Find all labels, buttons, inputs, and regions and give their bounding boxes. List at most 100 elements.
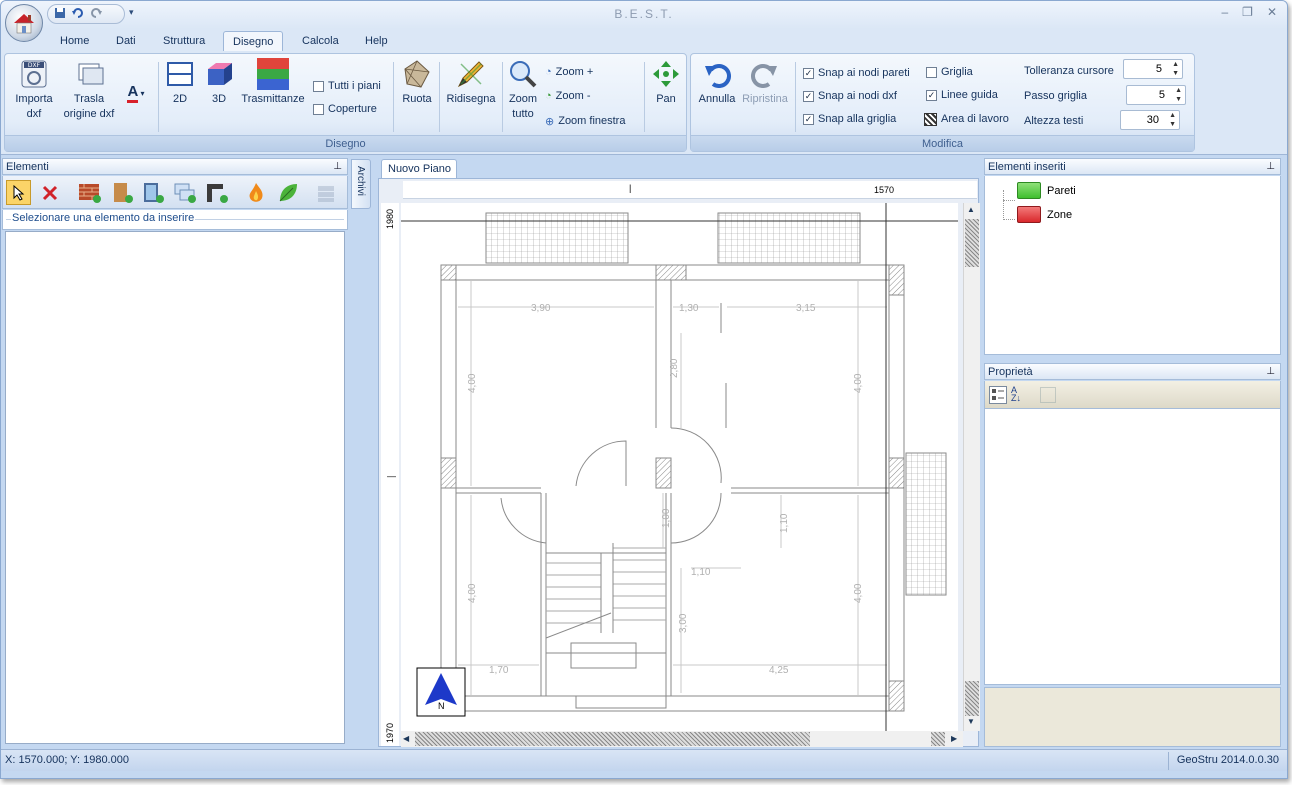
altezza-testi-label: Altezza testi — [1024, 115, 1084, 127]
group-modifica: Annulla Ripristina ✓ Snap ai nodi pareti … — [690, 53, 1195, 152]
importa-dxf-button[interactable]: DXF Importa dxf — [10, 58, 58, 122]
archivi-side-tab[interactable]: Archivi — [351, 159, 371, 209]
zoom-minus-button[interactable]: ◔ Zoom - — [545, 87, 591, 105]
trasla-origine-button[interactable]: Trasla origine dxf — [60, 58, 118, 122]
trasmittanze-button[interactable]: Trasmittanze — [239, 58, 307, 107]
area-lavoro-button[interactable]: Area di lavoro — [924, 110, 1009, 128]
spinner-arrows-icon[interactable]: ▲ ▼ — [1169, 111, 1176, 129]
tutti-piani-checkbox[interactable]: Tutti i piani — [313, 77, 381, 95]
view-2d-button[interactable]: 2D — [163, 58, 197, 107]
tolleranza-cursore-spinner[interactable]: 5 ▲ ▼ — [1123, 59, 1183, 79]
griglia-checkbox[interactable]: Griglia — [926, 63, 973, 81]
ruota-button[interactable]: Ruota — [397, 58, 437, 107]
scroll-left-icon[interactable]: ◀ — [403, 734, 409, 743]
door-insert-icon[interactable] — [109, 180, 134, 205]
proprieta-title: Proprietà — [988, 366, 1033, 378]
scroll-thumb[interactable] — [415, 732, 810, 746]
window-insert-icon[interactable] — [140, 180, 165, 205]
annulla-label: Annulla — [698, 93, 736, 105]
document-tab[interactable]: Nuovo Piano — [381, 159, 457, 178]
separator — [158, 62, 159, 132]
view-3d-icon — [203, 58, 235, 90]
delete-icon[interactable] — [37, 180, 62, 205]
tab-struttura[interactable]: Struttura — [159, 31, 209, 51]
pan-button[interactable]: Pan — [648, 58, 684, 107]
zoom-tutto-button[interactable]: Zoom tutto — [505, 58, 541, 122]
snap-nodi-dxf-checkbox[interactable]: ✓ Snap ai nodi dxf — [803, 87, 897, 105]
ripristina-button[interactable]: Ripristina — [739, 58, 791, 107]
layers-icon[interactable] — [313, 180, 338, 205]
sort-alphabetical-icon[interactable]: A Z↓ — [1011, 386, 1029, 404]
separator — [439, 62, 440, 132]
coperture-checkbox[interactable]: Coperture — [313, 100, 377, 118]
elementi-panel-title: Elementi ⊥ — [2, 158, 348, 175]
snap-griglia-checkbox[interactable]: ✓ Snap alla griglia — [803, 110, 896, 128]
importa-label-2: dxf — [26, 108, 42, 120]
passo-griglia-spinner[interactable]: 5 ▲ ▼ — [1126, 85, 1186, 105]
vertical-scrollbar[interactable]: ▲ ▼ — [963, 203, 980, 731]
spinner-arrows-icon[interactable]: ▲ ▼ — [1175, 86, 1182, 104]
group-modifica-label: Modifica — [691, 135, 1194, 151]
linee-guida-checkbox[interactable]: ✓ Linee guida — [926, 86, 998, 104]
categorized-icon[interactable] — [989, 386, 1007, 404]
property-pages-icon[interactable] — [1040, 387, 1056, 403]
tab-dati[interactable]: Dati — [112, 31, 140, 51]
proprieta-grid[interactable] — [984, 409, 1281, 685]
ridisegna-button[interactable]: Ridisegna — [442, 58, 500, 107]
zoom-minus-label: Zoom - — [555, 90, 591, 102]
zone-insert-icon[interactable] — [172, 180, 197, 205]
horizontal-scrollbar[interactable]: ◀ ▶ — [401, 731, 963, 747]
view-3d-button[interactable]: 3D — [201, 58, 237, 107]
zoom-finestra-label: Zoom finestra — [558, 115, 626, 127]
ridisegna-label: Ridisegna — [446, 93, 496, 105]
scroll-down-icon[interactable]: ▼ — [967, 717, 975, 726]
spinner-arrows-icon[interactable]: ▲ ▼ — [1172, 60, 1179, 78]
tree-item-pareti[interactable]: Pareti — [1017, 182, 1076, 199]
tab-help[interactable]: Help — [361, 31, 392, 51]
scroll-up-icon[interactable]: ▲ — [967, 205, 975, 214]
leaf-icon[interactable] — [275, 180, 300, 205]
annulla-button[interactable]: Annulla — [695, 58, 739, 107]
folder-green-icon — [1017, 182, 1041, 199]
ruota-label: Ruota — [402, 93, 432, 105]
zoom-finestra-button[interactable]: ⊕ Zoom finestra — [545, 112, 625, 130]
view-3d-label: 3D — [211, 93, 227, 105]
restore-button[interactable]: ❐ — [1242, 5, 1253, 19]
snap-nodi-pareti-checkbox[interactable]: ✓ Snap ai nodi pareti — [803, 64, 910, 82]
checkbox-box: ✓ — [926, 89, 937, 101]
proprieta-toolbar: A Z↓ — [984, 381, 1281, 409]
pencil-icon — [455, 58, 487, 90]
drawing-canvas[interactable]: 3,90 1,30 3,15 4,00 2,80 4,00 1,00 1,10 … — [401, 203, 958, 731]
zoom-tutto-label-2: tutto — [512, 108, 534, 120]
elementi-subtitle-bar: Selezionare una elemento da inserire — [2, 210, 348, 230]
proprieta-title-bar: Proprietà ⊥ — [984, 363, 1281, 380]
tab-calcola[interactable]: Calcola — [298, 31, 343, 51]
elementi-list[interactable] — [5, 231, 345, 744]
elementi-title: Elementi — [6, 161, 49, 173]
tab-disegno[interactable]: Disegno — [223, 31, 284, 51]
import-dxf-icon: DXF — [18, 58, 50, 90]
dim-label: 1,00 — [661, 508, 672, 528]
close-button[interactable]: ✕ — [1267, 5, 1277, 19]
drawing-area: | 1570 1980 — 1970 3,90 1,30 3,15 4,00 2… — [378, 178, 980, 747]
coperture-label: Coperture — [328, 103, 377, 115]
minimize-button[interactable]: – — [1221, 5, 1228, 19]
dim-label: 4,00 — [467, 373, 478, 393]
zoom-plus-icon: ◔ — [545, 66, 552, 78]
fire-icon[interactable] — [243, 180, 268, 205]
pin-icon[interactable]: ⊥ — [1266, 159, 1275, 175]
altezza-testi-spinner[interactable]: 30 ▲ ▼ — [1120, 110, 1180, 130]
tree-item-zone[interactable]: Zone — [1017, 206, 1072, 223]
font-color-button[interactable]: A ▾ — [119, 83, 153, 103]
wall-insert-icon[interactable] — [77, 180, 102, 205]
zoom-plus-button[interactable]: ◔ Zoom + — [545, 63, 593, 81]
scroll-right-icon[interactable]: ▶ — [951, 734, 957, 743]
tolleranza-cursore-label: Tolleranza cursore — [1024, 65, 1114, 77]
pin-icon[interactable]: ⊥ — [333, 159, 342, 175]
select-pointer-icon[interactable] — [6, 180, 31, 205]
tutti-piani-label: Tutti i piani — [328, 80, 381, 92]
app-menu-button[interactable] — [5, 4, 43, 42]
corner-insert-icon[interactable] — [204, 180, 229, 205]
pin-icon[interactable]: ⊥ — [1266, 364, 1275, 380]
tab-home[interactable]: Home — [56, 31, 93, 51]
